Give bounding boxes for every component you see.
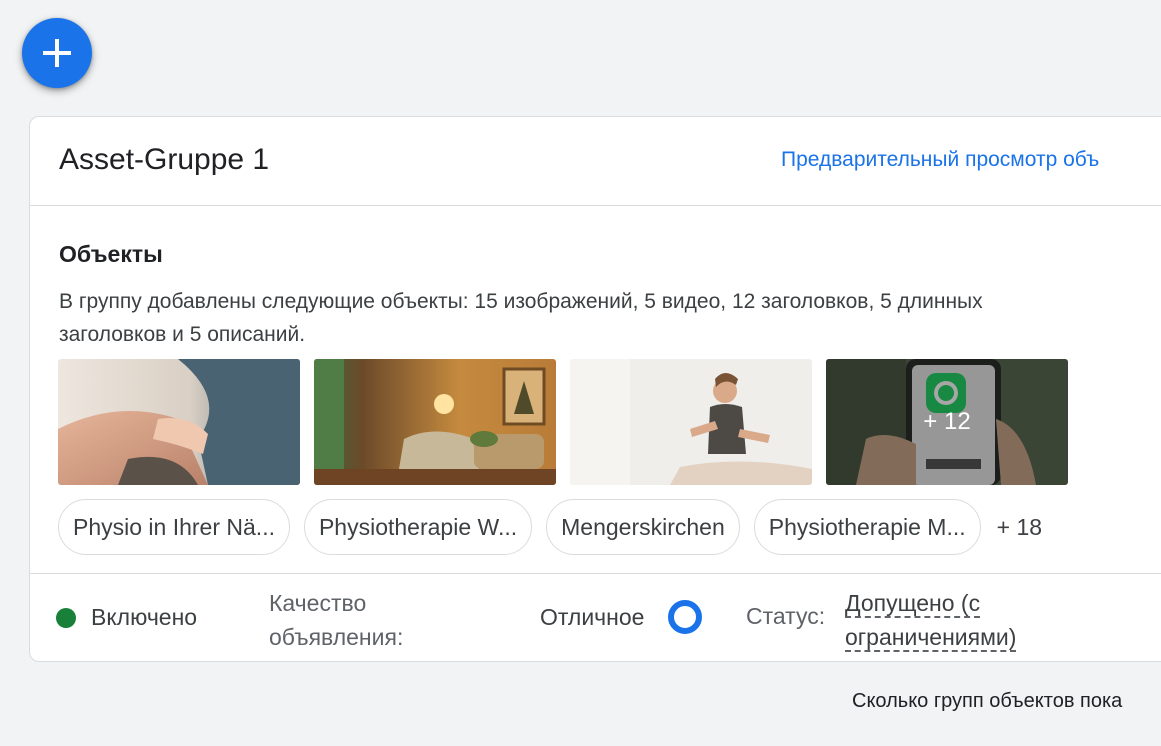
plus-icon <box>43 39 71 67</box>
image-thumbnail[interactable] <box>314 359 556 485</box>
objects-heading: Объекты <box>59 241 163 267</box>
ad-quality-value: Отличное <box>540 604 645 630</box>
enabled-label[interactable]: Включено <box>91 604 197 631</box>
objects-description: В группу добавлены следующие объекты: 15… <box>59 290 983 346</box>
asset-groups-count-text: Сколько групп объектов пока <box>852 690 1123 712</box>
headline-chips: Physio in Ihrer Nä... Physiotherapie W..… <box>58 499 1042 555</box>
headline-chip[interactable]: Physiotherapie W... <box>303 499 533 555</box>
more-headlines-count: + 18 <box>996 513 1043 540</box>
card-footer: Включено Качество объявления: Отличное С… <box>30 573 1161 661</box>
image-thumbnail[interactable] <box>570 359 812 485</box>
headline-chip[interactable]: Mengerskirchen <box>546 499 740 555</box>
image-thumbnail[interactable] <box>58 359 300 485</box>
status-value-text[interactable]: Допущено (с ограничениями) <box>845 590 1017 652</box>
card-header: Asset-Gruppe 1 Предварительный просмотр … <box>30 117 1161 206</box>
asset-group-title: Asset-Gruppe 1 <box>59 143 270 176</box>
asset-group-card: Asset-Gruppe 1 Предварительный просмотр … <box>29 116 1161 662</box>
more-images-count: + 12 <box>826 359 1068 485</box>
headline-chip[interactable]: Physio in Ihrer Nä... <box>58 499 290 555</box>
ad-quality-label: Качество объявления: <box>269 590 404 650</box>
headline-chip[interactable]: Physiotherapie M... <box>753 499 981 555</box>
status-label: Статус: <box>746 603 826 629</box>
image-thumbnail-more[interactable]: + 12 <box>826 359 1068 485</box>
enabled-status-dot <box>56 608 76 628</box>
preview-ads-link[interactable]: Предварительный просмотр объ <box>781 148 1099 172</box>
add-button[interactable] <box>22 18 92 88</box>
image-thumbnails: + 12 <box>58 359 1068 485</box>
ad-quality-ring-icon <box>668 600 702 634</box>
status-value[interactable]: Допущено (с ограничениями) <box>845 586 1075 654</box>
